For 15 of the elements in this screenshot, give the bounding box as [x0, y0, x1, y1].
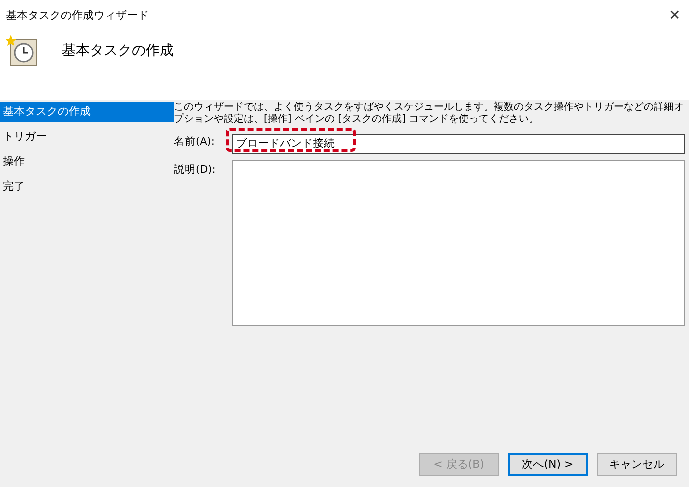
wizard-step[interactable]: トリガー: [0, 127, 174, 147]
description-field[interactable]: [232, 160, 685, 326]
wizard-step[interactable]: 操作: [0, 152, 174, 172]
wizard-button[interactable]: 次へ(N) >: [508, 453, 588, 476]
intro-text: このウィザードでは、よく使うタスクをすばやくスケジュールします。複数のタスク操作やトリガーなどの詳細オプションや設定は、[操作] ペインの [タスクの作成] コマンドを使ってください。: [174, 102, 685, 126]
name-label: 名前(A):: [174, 135, 216, 149]
name-field[interactable]: ブロードバンド接続: [232, 134, 685, 154]
wizard-step[interactable]: 基本タスクの作成: [0, 102, 174, 122]
description-label: 説明(D):: [174, 162, 217, 176]
page-heading: 基本タスクの作成: [62, 42, 174, 60]
task-clock-icon: [6, 34, 40, 68]
wizard-step[interactable]: 完了: [0, 177, 174, 197]
window-title: 基本タスクの作成ウィザード: [6, 8, 149, 22]
wizard-button[interactable]: キャンセル: [597, 453, 677, 476]
close-button[interactable]: ✕: [669, 7, 681, 23]
